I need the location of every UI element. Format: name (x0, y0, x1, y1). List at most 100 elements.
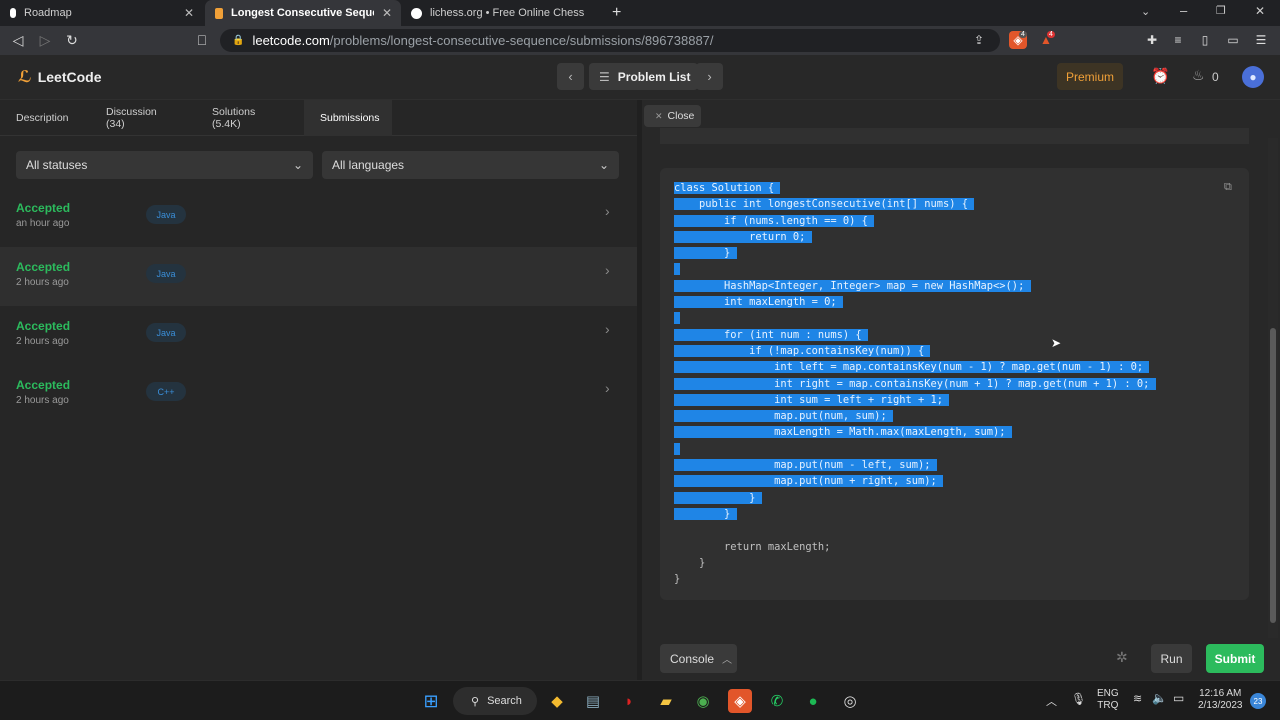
streak-flame-icon[interactable]: ♨ (1192, 67, 1205, 84)
code-viewer[interactable]: class Solution { public int longestConse… (660, 168, 1249, 600)
obs-icon[interactable]: ◎ (838, 689, 862, 713)
language-filter-dropdown[interactable]: All languages ⌄ (322, 151, 619, 179)
wifi-icon[interactable]: ≋ (1133, 692, 1142, 705)
reload-icon[interactable]: ↻ (62, 30, 82, 50)
spotify-icon[interactable]: ● (801, 689, 825, 713)
chevron-left-icon: ‹ (568, 69, 573, 84)
code-line-text: } (674, 556, 706, 569)
browser-tab-roadmap[interactable]: Roadmap ✕ (0, 0, 203, 26)
code-line-text: } (674, 491, 762, 504)
new-tab-icon[interactable]: + (612, 4, 621, 22)
code-line-text: int maxLength = 0; (674, 296, 843, 309)
playlist-icon[interactable]: ≡ (1169, 31, 1187, 49)
code-line: maxLength = Math.max(maxLength, sum); (674, 424, 1156, 440)
alarm-clock-icon[interactable]: ⏰ (1151, 67, 1170, 85)
bookmark-icon[interactable]: ⎕ (192, 30, 212, 50)
code-line-text: class Solution { (674, 182, 781, 194)
leetcode-logo-icon: ℒ (18, 69, 32, 86)
next-problem-button[interactable]: › (696, 63, 723, 90)
close-label: Close (667, 110, 695, 122)
extensions-icon[interactable]: ✚ (1143, 31, 1161, 49)
clock[interactable]: 12:16 AM 2/13/2023 (1198, 688, 1243, 712)
app-window-icon[interactable]: ▤ (581, 689, 605, 713)
code-line: int maxLength = 0; (674, 294, 1156, 310)
shield-badge: 4 (1019, 31, 1027, 38)
code-line: } (674, 506, 1156, 522)
whatsapp-icon[interactable]: ✆ (765, 689, 789, 713)
premium-button[interactable]: Premium (1057, 63, 1123, 90)
notification-badge[interactable]: 23 (1250, 693, 1266, 709)
taskbar: ⊞ ⚲ Search ◆ ▤ ◗ ▰ ◉ ◈ ✆ ● ◎ ︿ 🎙 ENG TRQ… (0, 680, 1280, 720)
battery-icon[interactable]: ▭ (1173, 691, 1184, 705)
tab-description[interactable]: Description (0, 100, 84, 136)
submission-time: 2 hours ago (16, 336, 69, 347)
file-explorer-icon[interactable]: ▰ (654, 689, 678, 713)
code-line-text: map.put(num, sum); (674, 410, 893, 423)
code-line: class Solution { (674, 180, 1156, 196)
chevron-down-icon: ⌄ (292, 158, 303, 172)
window-close-icon[interactable]: ✕ (1255, 4, 1265, 18)
prev-problem-button[interactable]: ‹ (557, 63, 584, 90)
language-badge: Java (146, 264, 186, 283)
menu-icon[interactable]: ☰ (1252, 31, 1270, 49)
chevron-right-icon: › (707, 69, 712, 84)
problem-tabs: Description Discussion (34) Solutions (5… (0, 100, 637, 136)
scrollbar-thumb[interactable] (1270, 328, 1276, 623)
sidebar-icon[interactable]: ▯ (1196, 31, 1214, 49)
close-tab-icon[interactable]: ✕ (382, 6, 392, 20)
list-icon: ☰ (599, 69, 610, 84)
input-language[interactable]: ENG TRQ (1097, 688, 1119, 712)
tab-title: Longest Consecutive Sequence - L (231, 7, 374, 19)
volume-icon[interactable]: 🔈 (1152, 691, 1167, 705)
submission-row[interactable]: Accepted 2 hours ago Java › (0, 247, 637, 306)
url-bar[interactable]: 🔒 leetcode.com/problems/longest-consecut… (220, 29, 1000, 52)
search-label: Search (487, 695, 522, 707)
problem-list-button[interactable]: ☰ Problem List (589, 63, 698, 90)
chevron-right-icon: › (605, 262, 610, 278)
brave-icon[interactable]: ◈ (728, 689, 752, 713)
submission-time: 2 hours ago (16, 395, 69, 406)
back-icon[interactable]: ◁ (8, 30, 28, 50)
code-block[interactable]: class Solution { public int longestConse… (674, 180, 1156, 587)
browser-tab-lichess[interactable]: lichess.org • Free Online Chess (401, 0, 600, 26)
chrome-icon[interactable]: ◉ (691, 689, 715, 713)
submission-row[interactable]: Accepted 2 hours ago C++ › (0, 365, 637, 424)
forward-icon[interactable]: ▷ (35, 30, 55, 50)
tab-discussion[interactable]: Discussion (34) (90, 100, 190, 136)
avatar[interactable]: ● (1242, 66, 1264, 88)
binance-icon[interactable]: ◆ (545, 689, 569, 713)
code-line-text: for (int num : nums) { (674, 328, 868, 341)
share-icon[interactable]: ⇪ (970, 31, 988, 49)
taskbar-search[interactable]: ⚲ Search (453, 687, 537, 715)
browser-tab-leetcode[interactable]: Longest Consecutive Sequence - L ✕ (205, 0, 401, 26)
tab-submissions[interactable]: Submissions (304, 100, 392, 136)
code-line (674, 310, 1156, 326)
copy-icon[interactable]: ⧉ (1224, 181, 1238, 195)
tray-chevron-icon[interactable]: ︿ (1046, 693, 1057, 709)
submit-button[interactable]: Submit (1206, 644, 1264, 673)
red-app-icon[interactable]: ◗ (617, 689, 641, 713)
close-tab-icon[interactable]: ✕ (184, 6, 194, 20)
tab-solutions[interactable]: Solutions (5.4K) (196, 100, 300, 136)
scrollbar[interactable] (1268, 138, 1278, 638)
code-line-text: int left = map.containsKey(num - 1) ? ma… (674, 361, 1150, 374)
maximize-icon[interactable]: ❐ (1216, 4, 1226, 17)
leetcode-logo[interactable]: ℒ LeetCode (18, 67, 102, 87)
minimize-icon[interactable]: – (1180, 3, 1187, 18)
microphone-icon[interactable]: 🎙 (1071, 692, 1086, 706)
debug-icon[interactable]: ✲ (1116, 649, 1128, 666)
console-button[interactable]: Console ︿ (660, 644, 737, 673)
status-filter-dropdown[interactable]: All statuses ⌄ (16, 151, 313, 179)
windows-start-icon[interactable]: ⊞ (419, 689, 443, 713)
close-button[interactable]: ✕ Close (644, 105, 701, 127)
wallet-icon[interactable]: ▭ (1224, 31, 1242, 49)
browser-tab-strip: Roadmap ✕ Longest Consecutive Sequence -… (0, 0, 1280, 26)
status-filter-value: All statuses (26, 158, 88, 172)
language-badge: Java (146, 323, 186, 342)
streak-count: 0 (1212, 70, 1219, 84)
submission-row[interactable]: Accepted an hour ago Java › (0, 188, 637, 247)
submission-row[interactable]: Accepted 2 hours ago Java › (0, 306, 637, 365)
code-line: for (int num : nums) { (674, 327, 1156, 343)
run-button[interactable]: Run (1151, 644, 1192, 673)
tab-search-chevron-icon[interactable]: ⌄ (1141, 5, 1150, 18)
